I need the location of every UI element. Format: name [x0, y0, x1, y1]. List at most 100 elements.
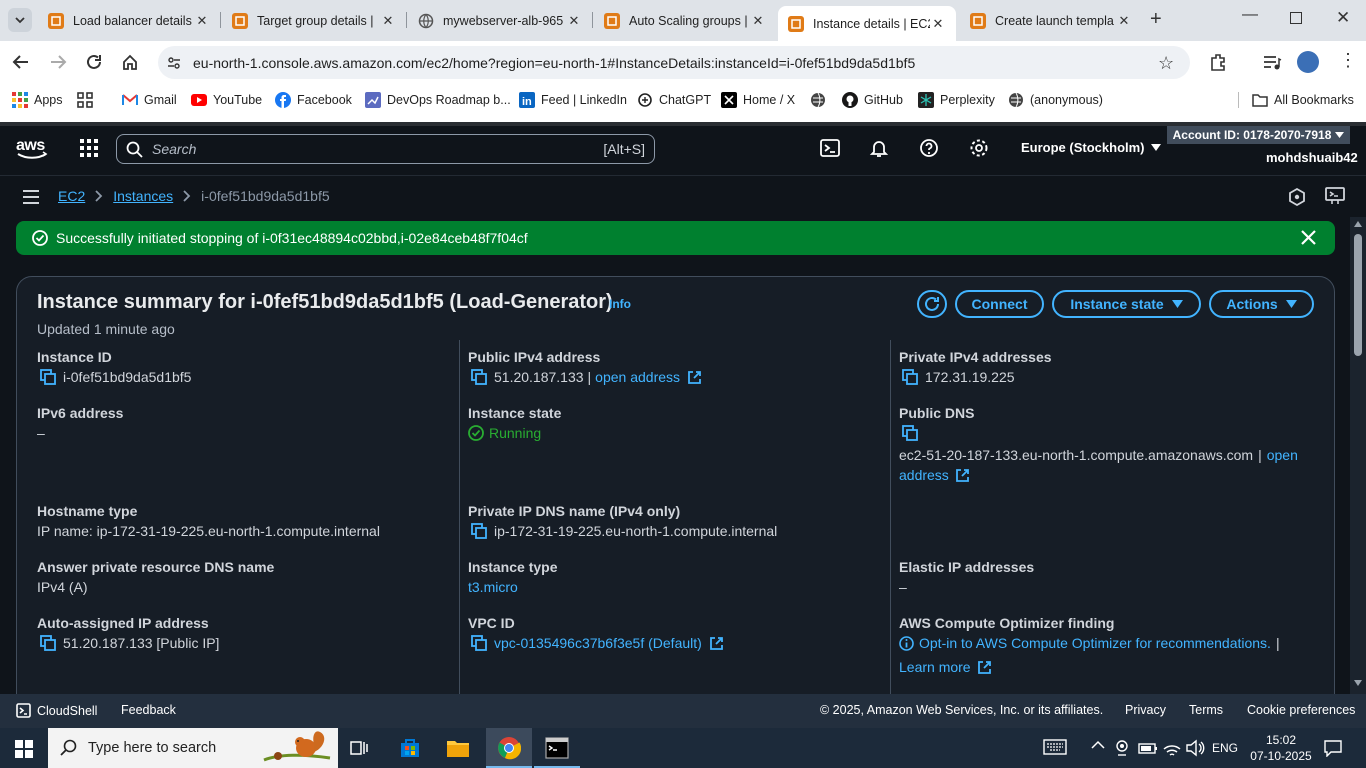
page-scrollbar[interactable]: [1350, 217, 1366, 694]
aws-logo[interactable]: aws: [16, 136, 48, 160]
language-indicator[interactable]: ENG: [1212, 741, 1238, 755]
copy-icon[interactable]: [40, 369, 56, 385]
bookmark-gmail[interactable]: Gmail: [122, 85, 177, 115]
file-explorer-icon[interactable]: [446, 736, 470, 760]
back-icon[interactable]: [12, 53, 30, 71]
hexagon-info-icon[interactable]: [1288, 188, 1306, 206]
help-icon[interactable]: [919, 138, 939, 158]
instance-type-link[interactable]: t3.micro: [468, 579, 518, 595]
chevron-up-icon[interactable]: [1091, 740, 1105, 750]
site-info-icon[interactable]: [166, 55, 182, 71]
copy-icon[interactable]: [471, 369, 487, 385]
tools-panel-icon[interactable]: [1325, 187, 1345, 205]
external-link-icon[interactable]: [955, 468, 970, 483]
terminal-taskbar-button[interactable]: [534, 728, 580, 768]
volume-icon[interactable]: [1185, 739, 1205, 757]
username[interactable]: mohdshuaib42: [1266, 150, 1358, 165]
forward-icon[interactable]: [49, 53, 67, 71]
minimize-button[interactable]: —: [1242, 6, 1258, 24]
breadcrumb-instances[interactable]: Instances: [113, 188, 173, 204]
close-icon[interactable]: ✕: [380, 13, 396, 29]
info-link[interactable]: Info: [609, 297, 631, 311]
bookmark-apps[interactable]: Apps: [12, 85, 63, 115]
notifications-icon[interactable]: [1324, 739, 1342, 757]
copy-icon[interactable]: [902, 425, 918, 441]
copy-icon[interactable]: [40, 635, 56, 651]
media-control-icon[interactable]: [1262, 53, 1282, 71]
scroll-up-arrow-icon[interactable]: [1354, 221, 1362, 227]
close-icon[interactable]: ✕: [566, 13, 582, 29]
learn-more-link[interactable]: Learn more: [899, 659, 971, 675]
copy-icon[interactable]: [471, 523, 487, 539]
services-menu-icon[interactable]: [80, 139, 98, 157]
menu-kebab-icon[interactable]: ⋮: [1339, 51, 1357, 69]
browser-tab[interactable]: Load balancer details ✕: [38, 6, 220, 35]
open-address-link[interactable]: open: [1267, 447, 1298, 463]
webcam-icon[interactable]: [1114, 739, 1130, 757]
actions-button[interactable]: Actions: [1209, 290, 1314, 318]
connect-button[interactable]: Connect: [955, 290, 1044, 318]
bookmark-grid[interactable]: [77, 85, 99, 115]
account-id-badge[interactable]: Account ID: 0178-2070-7918: [1167, 126, 1350, 144]
microsoft-store-icon[interactable]: [398, 736, 422, 760]
keyboard-icon[interactable]: [1043, 738, 1067, 756]
bookmark-github[interactable]: GitHub: [842, 85, 903, 115]
side-nav-menu-icon[interactable]: [23, 190, 39, 204]
search-input[interactable]: Search [Alt+S]: [116, 134, 655, 164]
close-icon[interactable]: ✕: [750, 13, 766, 29]
scroll-down-arrow-icon[interactable]: [1354, 680, 1362, 686]
terms-link[interactable]: Terms: [1189, 703, 1223, 717]
browser-tab-active[interactable]: Instance details | EC2 ✕: [778, 6, 956, 41]
bookmark-linkedin[interactable]: in Feed | LinkedIn: [519, 85, 627, 115]
tab-search-button[interactable]: [8, 8, 32, 32]
bookmark-perplexity[interactable]: Perplexity: [918, 85, 995, 115]
close-icon[interactable]: ✕: [1116, 13, 1132, 29]
feedback-link[interactable]: Feedback: [121, 703, 176, 717]
battery-icon[interactable]: [1138, 740, 1158, 756]
breadcrumb-ec2[interactable]: EC2: [58, 188, 85, 204]
region-selector[interactable]: Europe (Stockholm): [1021, 140, 1161, 155]
all-bookmarks[interactable]: All Bookmarks: [1252, 85, 1354, 115]
extensions-icon[interactable]: [1208, 52, 1228, 72]
new-tab-button[interactable]: +: [1150, 8, 1162, 31]
bookmark-anonymous[interactable]: (anonymous): [1008, 85, 1103, 115]
url-text[interactable]: eu-north-1.console.aws.amazon.com/ec2/ho…: [193, 55, 915, 71]
external-link-icon[interactable]: [977, 660, 992, 675]
bookmark-devops-roadmap[interactable]: DevOps Roadmap b...: [365, 85, 511, 115]
browser-tab[interactable]: Create launch templa ✕: [960, 6, 1142, 35]
bookmark-globe[interactable]: [810, 85, 832, 115]
browser-tab[interactable]: Auto Scaling groups | ✕: [594, 6, 776, 35]
close-icon[interactable]: ✕: [930, 16, 946, 32]
wifi-icon[interactable]: [1162, 739, 1182, 757]
privacy-link[interactable]: Privacy: [1125, 703, 1166, 717]
bookmark-x[interactable]: Home / X: [721, 85, 795, 115]
scrollbar-thumb[interactable]: [1354, 234, 1362, 356]
optimizer-opt-in-link[interactable]: Opt-in to AWS Compute Optimizer for reco…: [919, 635, 1271, 651]
close-icon[interactable]: [1301, 230, 1316, 245]
browser-tab[interactable]: mywebserver-alb-965 ✕: [408, 6, 592, 35]
restore-button[interactable]: [1290, 12, 1302, 24]
refresh-button[interactable]: [917, 290, 947, 318]
taskbar-search-box[interactable]: Type here to search: [48, 728, 338, 768]
external-link-icon[interactable]: [709, 636, 724, 651]
open-address-link-cont[interactable]: address: [899, 467, 949, 483]
cloudshell-icon[interactable]: [820, 139, 840, 157]
bookmark-chatgpt[interactable]: ChatGPT: [637, 85, 711, 115]
settings-gear-icon[interactable]: [969, 138, 989, 158]
task-view-icon[interactable]: [350, 738, 370, 758]
home-icon[interactable]: [121, 53, 139, 71]
bookmark-youtube[interactable]: YouTube: [191, 85, 262, 115]
copy-icon[interactable]: [471, 635, 487, 651]
chrome-taskbar-button[interactable]: [486, 728, 532, 768]
bookmark-star-icon[interactable]: ☆: [1158, 53, 1174, 74]
instance-state-button[interactable]: Instance state: [1052, 290, 1201, 318]
cloudshell-button[interactable]: CloudShell: [16, 703, 97, 718]
open-address-link[interactable]: open address: [595, 369, 680, 385]
copy-icon[interactable]: [902, 369, 918, 385]
external-link-icon[interactable]: [687, 370, 702, 385]
profile-avatar[interactable]: [1297, 51, 1319, 73]
bookmark-facebook[interactable]: Facebook: [275, 85, 352, 115]
address-bar[interactable]: eu-north-1.console.aws.amazon.com/ec2/ho…: [158, 46, 1190, 79]
browser-tab[interactable]: Target group details | ✕: [222, 6, 406, 35]
reload-icon[interactable]: [85, 53, 103, 71]
